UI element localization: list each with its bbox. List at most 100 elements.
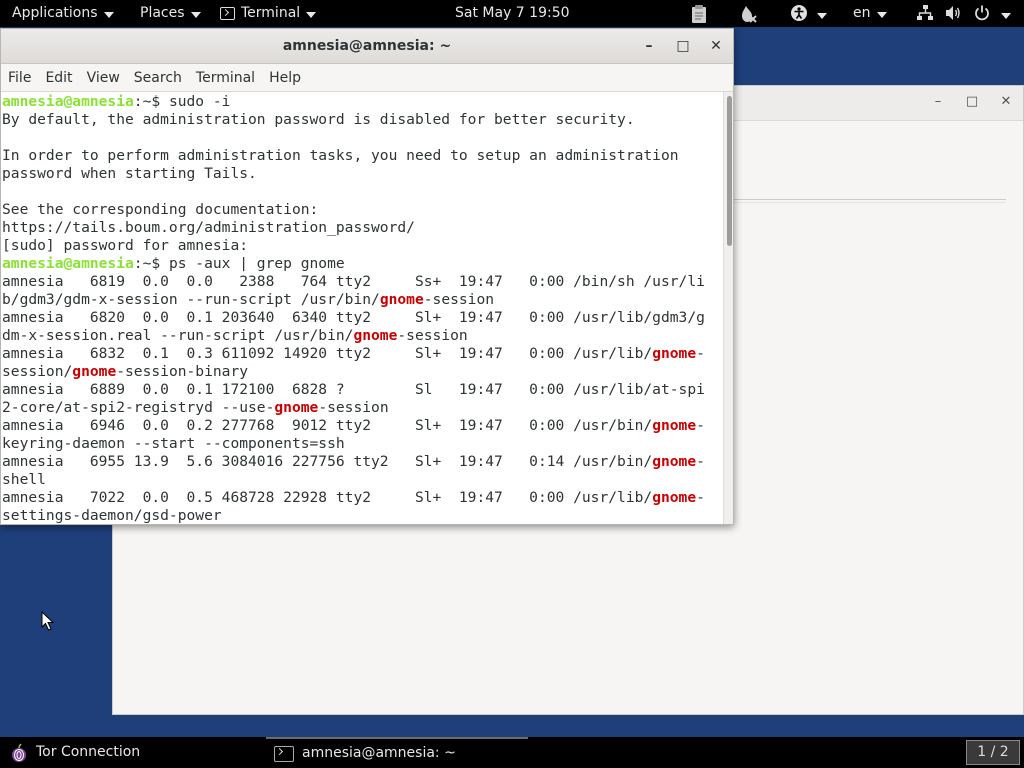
- tor-connection-task[interactable]: Tor Connection: [10, 737, 140, 768]
- terminal-text: 2-core/at-spi2-registryd --use-: [2, 399, 275, 416]
- language-label: en: [853, 5, 871, 21]
- terminal-text: session/: [2, 363, 73, 380]
- terminal-line: See the corresponding documentation:: [2, 201, 723, 219]
- terminal-line: b/gdm3/gdm-x-session --run-script /usr/b…: [2, 291, 723, 309]
- grep-match: gnome: [652, 453, 697, 470]
- app-menu-label: Terminal: [241, 5, 301, 21]
- chevron-down-icon[interactable]: [817, 13, 827, 19]
- terminal-text: In order to perform administration tasks…: [2, 147, 679, 164]
- tor-status-icon[interactable]: [738, 4, 758, 24]
- tor-onion-icon: [12, 742, 26, 762]
- terminal-line: amnesia 6946 0.0 0.2 277768 9012 tty2 Sl…: [2, 417, 723, 435]
- terminal-line: amnesia 6820 0.0 0.1 203640 6340 tty2 Sl…: [2, 309, 723, 327]
- app-menu[interactable]: Terminal: [220, 0, 317, 27]
- terminal-text: amnesia 6819 0.0 0.0 2388 764 tty2 Ss+ 1…: [2, 273, 705, 290]
- menu-edit[interactable]: Edit: [38, 70, 79, 86]
- workspace-switcher[interactable]: 1 / 2: [966, 740, 1020, 765]
- terminal-text: amnesia 6889 0.0 0.1 172100 6828 ? Sl 19…: [2, 381, 705, 398]
- scrollbar-thumb[interactable]: [727, 96, 732, 246]
- terminal-text: b/gdm3/gdm-x-session --run-script /usr/b…: [2, 291, 380, 308]
- menu-file[interactable]: File: [1, 70, 38, 86]
- grep-match: gnome: [652, 417, 697, 434]
- chevron-down-icon[interactable]: [1001, 13, 1011, 19]
- terminal-line: amnesia 7022 0.0 0.5 468728 22928 tty2 S…: [2, 489, 723, 507]
- terminal-line: By default, the administration password …: [2, 111, 723, 129]
- tor-connection-label: Tor Connection: [36, 744, 141, 760]
- terminal-output[interactable]: amnesia@amnesia:~$ sudo -i By default, th…: [1, 92, 723, 524]
- divider: [733, 199, 1006, 203]
- terminal-text: keyring-daemon --start --components=ssh: [2, 435, 345, 452]
- terminal-icon: [220, 7, 235, 20]
- terminal-line: amnesia 6832 0.1 0.3 611092 14920 tty2 S…: [2, 345, 723, 363]
- maximize-icon[interactable]: □: [675, 38, 691, 54]
- terminal-text: [sudo] password for amnesia:: [2, 237, 249, 254]
- terminal-text: By default, the administration password …: [2, 111, 635, 128]
- terminal-text: -session: [397, 327, 468, 344]
- terminal-text: :~$ ps -aux | grep gnome: [133, 255, 345, 272]
- mouse-cursor-icon: [41, 611, 55, 631]
- power-icon[interactable]: [973, 4, 991, 22]
- grep-match: gnome: [652, 489, 697, 506]
- close-icon[interactable]: ✕: [708, 38, 724, 54]
- menu-search[interactable]: Search: [127, 70, 189, 86]
- places-menu[interactable]: Places: [140, 0, 201, 27]
- terminal-task[interactable]: amnesia@amnesia: ~: [266, 737, 528, 768]
- terminal-line: https://tails.boum.org/administration_pa…: [2, 219, 723, 237]
- clock[interactable]: Sat May 7 19:50: [455, 0, 570, 27]
- grep-match: gnome: [274, 399, 319, 416]
- chevron-down-icon: [876, 11, 887, 18]
- minimize-icon[interactable]: –: [641, 38, 657, 54]
- grep-match: gnome: [379, 291, 424, 308]
- terminal-line: [sudo] password for amnesia:: [2, 237, 723, 255]
- bottom-panel: Tor Connection amnesia@amnesia: ~ 1 / 2: [0, 737, 1024, 768]
- menu-terminal[interactable]: Terminal: [189, 70, 262, 86]
- applications-menu[interactable]: Applications: [12, 0, 114, 27]
- terminal-text: amnesia 7022 0.0 0.5 468728 22928 tty2 S…: [2, 489, 653, 506]
- terminal-line: password when starting Tails.: [2, 165, 723, 183]
- chevron-down-icon: [306, 11, 317, 18]
- minimize-icon[interactable]: –: [931, 95, 945, 109]
- terminal-line: settings-daemon/gsd-power: [2, 507, 723, 524]
- chevron-down-icon: [190, 11, 201, 18]
- terminal-titlebar[interactable]: amnesia@amnesia: ~ – □ ✕: [1, 29, 733, 64]
- terminal-text: shell: [2, 471, 46, 488]
- terminal-line: amnesia 6955 13.9 5.6 3084016 227756 tty…: [2, 453, 723, 471]
- terminal-text: -session: [423, 291, 495, 308]
- terminal-text: See the corresponding documentation:: [2, 201, 319, 218]
- terminal-text: https://tails.boum.org/administration_pa…: [2, 219, 415, 236]
- terminal-line: amnesia 6819 0.0 0.0 2388 764 tty2 Ss+ 1…: [2, 273, 723, 291]
- terminal-text: -: [696, 345, 705, 362]
- language-menu[interactable]: en: [853, 0, 887, 27]
- terminal-text: -: [696, 453, 705, 470]
- terminal-text: amnesia 6832 0.1 0.3 611092 14920 tty2 S…: [2, 345, 653, 362]
- clipboard-icon[interactable]: [690, 4, 708, 24]
- terminal-line: amnesia@amnesia:~$ sudo -i: [2, 93, 723, 111]
- network-icon[interactable]: [916, 4, 934, 22]
- terminal-text: -session-binary: [116, 363, 249, 380]
- terminal-line: dm-x-session.real --run-script /usr/bin/…: [2, 327, 723, 345]
- terminal-scrollbar[interactable]: [723, 92, 733, 524]
- close-icon[interactable]: ✕: [999, 95, 1013, 109]
- maximize-icon[interactable]: □: [965, 95, 979, 109]
- terminal-menubar: File Edit View Search Terminal Help: [1, 64, 733, 92]
- terminal-line: keyring-daemon --start --components=ssh: [2, 435, 723, 453]
- volume-icon[interactable]: [944, 4, 962, 22]
- places-label: Places: [140, 5, 185, 21]
- terminal-window[interactable]: amnesia@amnesia: ~ – □ ✕ File Edit View …: [0, 28, 734, 525]
- top-panel: Applications Places Terminal Sat May 7 1…: [0, 0, 1024, 27]
- terminal-text: amnesia 6955 13.9 5.6 3084016 227756 tty…: [2, 453, 653, 470]
- terminal-text: amnesia 6946 0.0 0.2 277768 9012 tty2 Sl…: [2, 417, 653, 434]
- grep-match: gnome: [72, 363, 117, 380]
- menu-view[interactable]: View: [80, 70, 127, 86]
- terminal-line: 2-core/at-spi2-registryd --use-gnome-ses…: [2, 399, 723, 417]
- applications-label: Applications: [12, 5, 98, 21]
- terminal-text: amnesia 6820 0.0 0.1 203640 6340 tty2 Sl…: [2, 309, 705, 326]
- menu-help[interactable]: Help: [262, 70, 308, 86]
- prompt-user: amnesia@amnesia: [2, 255, 134, 272]
- accessibility-icon[interactable]: [790, 4, 808, 22]
- terminal-line: session/gnome-session-binary: [2, 363, 723, 381]
- terminal-line: amnesia 6889 0.0 0.1 172100 6828 ? Sl 19…: [2, 381, 723, 399]
- terminal-text: -: [696, 489, 705, 506]
